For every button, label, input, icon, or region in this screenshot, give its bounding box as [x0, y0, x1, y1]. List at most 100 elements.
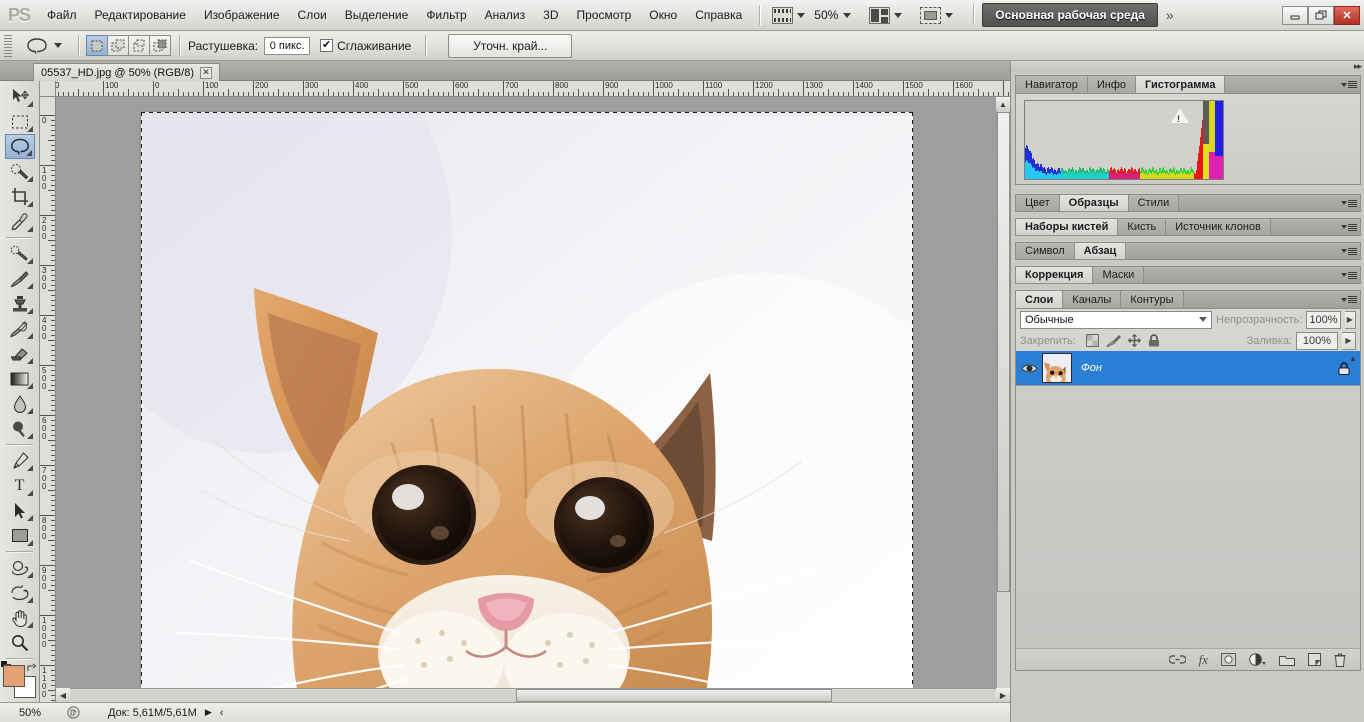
ruler-origin[interactable] [40, 81, 56, 97]
horizontal-scroll-thumb[interactable] [516, 689, 832, 702]
move-tool[interactable] [5, 84, 35, 109]
menu-filter[interactable]: Фильтр [417, 5, 475, 25]
new-selection-button[interactable] [86, 35, 108, 56]
vertical-ruler[interactable]: 0 100 200 300 400 500 600 700 800 900 1000 1100 [40, 97, 56, 702]
tab-paths[interactable]: Контуры [1121, 291, 1184, 308]
active-tool-preset-button[interactable] [18, 37, 70, 55]
horizontal-type-tool[interactable]: T [5, 473, 35, 498]
histogram-cache-warning-icon[interactable] [1171, 108, 1189, 123]
tab-adjustments[interactable]: Коррекция [1016, 267, 1094, 283]
menu-3d[interactable]: 3D [534, 5, 567, 25]
zoom-level-value[interactable]: 50% [809, 8, 843, 22]
blur-tool[interactable] [5, 391, 35, 416]
dodge-tool[interactable] [5, 416, 35, 441]
gradient-tool[interactable] [5, 366, 35, 391]
close-icon[interactable]: ✕ [200, 66, 213, 79]
tab-brush-presets[interactable]: Наборы кистей [1016, 219, 1119, 235]
panel-menu-icon[interactable] [1338, 243, 1360, 259]
layer-name[interactable]: Фон [1072, 362, 1102, 374]
dock-collapse-bar[interactable]: ▸▸ [1011, 61, 1364, 72]
add-layer-mask-icon[interactable] [1221, 653, 1236, 666]
blend-mode-select[interactable]: Обычные [1020, 310, 1212, 329]
panel-menu-icon[interactable] [1338, 219, 1360, 235]
subtract-from-selection-button[interactable] [128, 35, 150, 56]
new-group-icon[interactable] [1279, 654, 1295, 666]
options-bar-grip[interactable] [4, 34, 12, 57]
zoom-chevron-down-icon[interactable] [843, 12, 852, 18]
lock-all-icon[interactable] [1148, 334, 1160, 347]
opacity-stepper-icon[interactable]: ▶ [1344, 310, 1356, 329]
tab-navigator[interactable]: Навигатор [1016, 76, 1088, 93]
tab-character[interactable]: Символ [1016, 243, 1075, 259]
layer-thumbnail[interactable] [1042, 353, 1072, 383]
close-button[interactable]: ✕ [1334, 5, 1360, 25]
menu-file[interactable]: Файл [38, 5, 86, 25]
new-layer-icon[interactable] [1308, 653, 1321, 666]
canvas-vertical-scrollbar[interactable]: ▲ ▼ [996, 97, 1010, 702]
link-layers-icon[interactable] [1168, 654, 1186, 665]
horizontal-ruler[interactable]: 0100010020030040050060070080090010001100… [56, 81, 1010, 97]
minimize-button[interactable] [1282, 5, 1308, 25]
path-selection-tool[interactable] [5, 498, 35, 523]
layer-visibility-eye-icon[interactable] [1016, 362, 1042, 375]
menu-view[interactable]: Просмотр [567, 5, 640, 25]
view-extras-button[interactable] [916, 5, 957, 26]
tab-styles[interactable]: Стили [1128, 195, 1180, 211]
pen-tool[interactable] [5, 448, 35, 473]
histogram-graph[interactable]: ! [1024, 100, 1224, 180]
tab-channels[interactable]: Каналы [1063, 291, 1122, 308]
panel-menu-icon[interactable] [1338, 195, 1360, 211]
eyedropper-tool[interactable] [5, 209, 35, 234]
fill-stepper-icon[interactable]: ▶ [1342, 331, 1356, 350]
rectangular-marquee-tool[interactable] [5, 109, 35, 134]
3d-object-rotate-tool[interactable] [5, 555, 35, 580]
clone-stamp-tool[interactable] [5, 291, 35, 316]
vertical-scroll-thumb[interactable] [997, 112, 1010, 592]
arrange-documents-button[interactable] [865, 5, 906, 26]
workspace-button[interactable]: Основная рабочая среда [982, 3, 1158, 27]
fill-input[interactable]: 100% [1296, 331, 1338, 350]
canvas-horizontal-scrollbar[interactable]: ◀ ▶ [56, 688, 1010, 702]
crop-tool[interactable] [5, 184, 35, 209]
table-row[interactable]: Фон [1016, 351, 1360, 386]
feather-input[interactable]: 0 пикс. [264, 36, 311, 55]
zoom-tool[interactable] [5, 630, 35, 655]
panel-menu-icon[interactable] [1338, 76, 1360, 93]
restore-button[interactable] [1308, 5, 1334, 25]
brush-tool[interactable] [5, 266, 35, 291]
preview-icon[interactable] [60, 706, 86, 719]
menu-select[interactable]: Выделение [336, 5, 418, 25]
status-collapse-icon[interactable]: ‹ [220, 707, 224, 719]
status-zoom-field[interactable]: 50% [0, 707, 60, 719]
rectangle-shape-tool[interactable] [5, 523, 35, 548]
hand-tool[interactable] [5, 605, 35, 630]
panel-menu-icon[interactable] [1338, 291, 1360, 308]
tab-color[interactable]: Цвет [1016, 195, 1060, 211]
expand-panels-icon[interactable]: » [1158, 7, 1182, 23]
add-to-selection-button[interactable] [107, 35, 129, 56]
scroll-left-icon[interactable]: ◀ [56, 688, 70, 702]
status-play-icon[interactable]: ▶ [197, 707, 220, 718]
menu-edit[interactable]: Редактирование [86, 5, 195, 25]
spot-healing-brush-tool[interactable] [5, 241, 35, 266]
history-brush-tool[interactable] [5, 316, 35, 341]
layer-style-fx-icon[interactable]: fx [1199, 652, 1208, 668]
tab-brush[interactable]: Кисть [1118, 219, 1167, 235]
layers-scroll-up-icon[interactable]: ▲ [1346, 351, 1360, 365]
antialias-checkbox[interactable]: ✔ [320, 39, 334, 52]
panel-menu-icon[interactable] [1338, 267, 1360, 283]
tab-paragraph[interactable]: Абзац [1074, 243, 1127, 259]
layers-list[interactable]: Фон ▲ [1016, 351, 1360, 648]
lasso-tool[interactable] [4, 134, 35, 159]
lock-position-icon[interactable] [1127, 334, 1141, 347]
eraser-tool[interactable] [5, 341, 35, 366]
menu-help[interactable]: Справка [686, 5, 751, 25]
tab-histogram[interactable]: Гистограмма [1136, 76, 1226, 93]
quick-selection-tool[interactable] [5, 159, 35, 184]
menu-layers[interactable]: Слои [289, 5, 336, 25]
lock-transparent-pixels-icon[interactable] [1085, 334, 1099, 347]
menu-image[interactable]: Изображение [195, 5, 289, 25]
new-adjustment-layer-icon[interactable] [1249, 653, 1266, 666]
screen-mode-button[interactable] [768, 5, 809, 26]
foreground-color-swatch[interactable] [2, 665, 25, 687]
